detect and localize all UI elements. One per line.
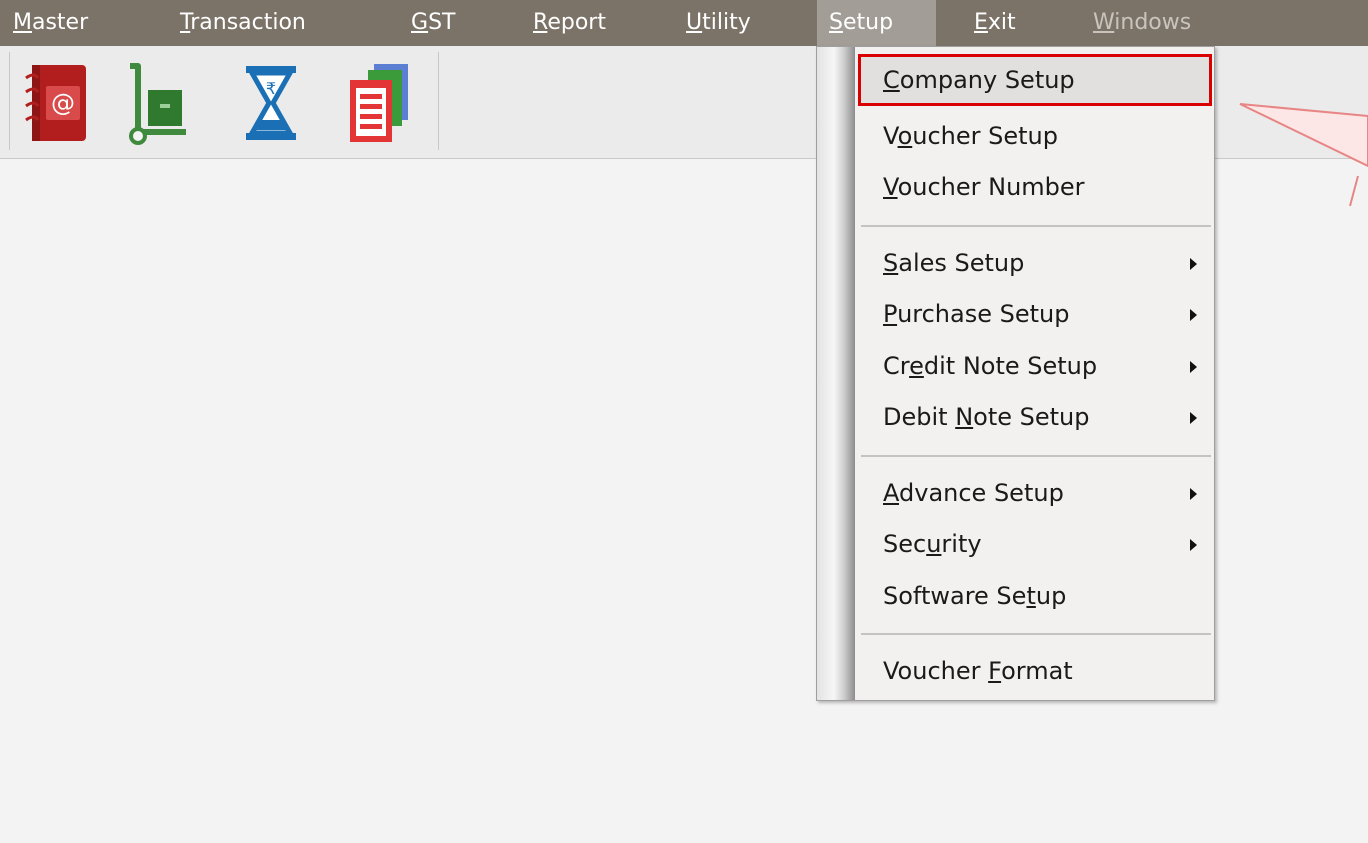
setup-dropdown-menu: Company Setup Voucher Setup Voucher Numb… <box>816 46 1215 701</box>
menu-item-advance-setup[interactable]: Advance Setup <box>859 468 1211 518</box>
submenu-arrow-icon <box>1190 539 1197 551</box>
submenu-arrow-icon <box>1190 412 1197 424</box>
submenu-arrow-icon <box>1190 488 1197 500</box>
menu-master[interactable]: Master <box>13 0 88 46</box>
menu-item-voucher-setup[interactable]: Voucher Setup <box>859 111 1211 161</box>
menu-transaction[interactable]: Transaction <box>180 0 306 46</box>
menu-item-security[interactable]: Security <box>859 519 1211 569</box>
menu-separator <box>861 455 1211 457</box>
menu-item-debit-note-setup[interactable]: Debit Note Setup <box>859 392 1211 442</box>
menu-setup[interactable]: Setup <box>817 0 936 46</box>
submenu-arrow-icon <box>1190 309 1197 321</box>
menu-separator <box>861 225 1211 227</box>
hand-truck-icon[interactable] <box>122 60 190 146</box>
submenu-arrow-icon <box>1190 361 1197 373</box>
menu-item-software-setup[interactable]: Software Setup <box>859 571 1211 621</box>
menu-item-purchase-setup[interactable]: Purchase Setup <box>859 289 1211 339</box>
menu-item-company-setup[interactable]: Company Setup <box>858 54 1212 106</box>
hourglass-rupee-icon[interactable]: ₹ <box>240 60 308 146</box>
menu-item-voucher-number[interactable]: Voucher Number <box>859 162 1211 212</box>
menu-bar: Master Transaction GST Report Utility Se… <box>0 0 1368 46</box>
menu-gst[interactable]: GST <box>411 0 455 46</box>
menu-windows[interactable]: Windows <box>1093 0 1191 46</box>
menu-utility[interactable]: Utility <box>686 0 751 46</box>
menu-gutter <box>817 47 855 700</box>
toolbar: @ ₹ <box>9 52 439 150</box>
address-book-icon[interactable]: @ <box>24 60 92 146</box>
menu-separator <box>861 633 1211 635</box>
menu-exit[interactable]: Exit <box>974 0 1016 46</box>
menu-item-voucher-format[interactable]: Voucher Format <box>859 646 1211 696</box>
menu-item-sales-setup[interactable]: Sales Setup <box>859 238 1211 288</box>
callout-pointer <box>1239 103 1368 207</box>
documents-stack-icon[interactable] <box>344 60 412 146</box>
submenu-arrow-icon <box>1190 258 1197 270</box>
svg-text:₹: ₹ <box>266 79 276 98</box>
menu-report[interactable]: Report <box>533 0 606 46</box>
svg-text:@: @ <box>51 89 75 117</box>
menu-item-credit-note-setup[interactable]: Credit Note Setup <box>859 341 1211 391</box>
